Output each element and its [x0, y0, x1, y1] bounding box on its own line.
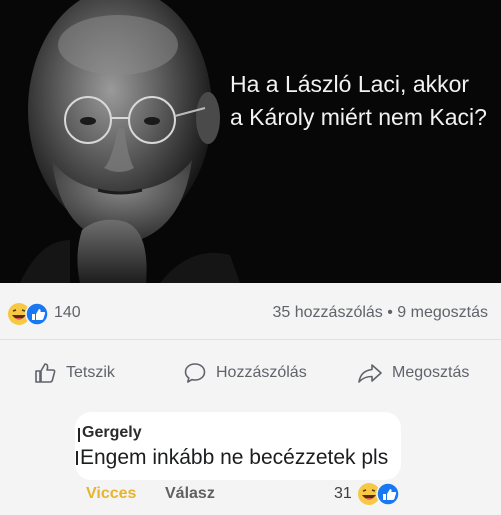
- text-cursor-mark: [76, 451, 78, 465]
- like-button[interactable]: Tetszik: [33, 355, 115, 391]
- reactions-count[interactable]: 140: [54, 302, 81, 324]
- comment-reactions[interactable]: [357, 482, 403, 506]
- thumbs-up-icon: [35, 363, 56, 383]
- share-icon: [358, 364, 382, 383]
- comment-icon: [184, 363, 206, 383]
- like-label: Tetszik: [66, 364, 115, 381]
- post-caption: Ha a László Laci, akkor a Károly miért n…: [230, 68, 492, 134]
- like-icon: [376, 482, 400, 506]
- reply-button[interactable]: Válasz: [165, 485, 215, 503]
- like-icon: [25, 302, 49, 326]
- post-action-bar: Tetszik Hozzászólás Megosztás: [0, 355, 501, 391]
- comments-shares-count[interactable]: 35 hozzászólás • 9 megosztás: [273, 302, 489, 324]
- share-label: Megosztás: [392, 364, 470, 381]
- text-cursor-mark: [78, 428, 80, 442]
- comment-button[interactable]: Hozzászólás: [183, 355, 307, 391]
- comment-reaction-count[interactable]: 31: [334, 485, 352, 503]
- caption-line-2: a Károly miért nem Kaci?: [230, 104, 487, 130]
- post-image[interactable]: Ha a László Laci, akkor a Károly miért n…: [0, 0, 501, 283]
- comment-author[interactable]: Gergely: [82, 424, 142, 442]
- share-button[interactable]: Megosztás: [357, 355, 469, 391]
- caption-line-1: Ha a László Laci, akkor: [230, 71, 470, 97]
- reactions-summary[interactable]: [7, 302, 51, 326]
- haha-reaction-button[interactable]: Vicces: [86, 485, 136, 503]
- portrait-image: [0, 0, 501, 283]
- comment-text: Engem inkább ne becézzetek pls: [80, 446, 389, 469]
- comment-label: Hozzászólás: [216, 364, 307, 381]
